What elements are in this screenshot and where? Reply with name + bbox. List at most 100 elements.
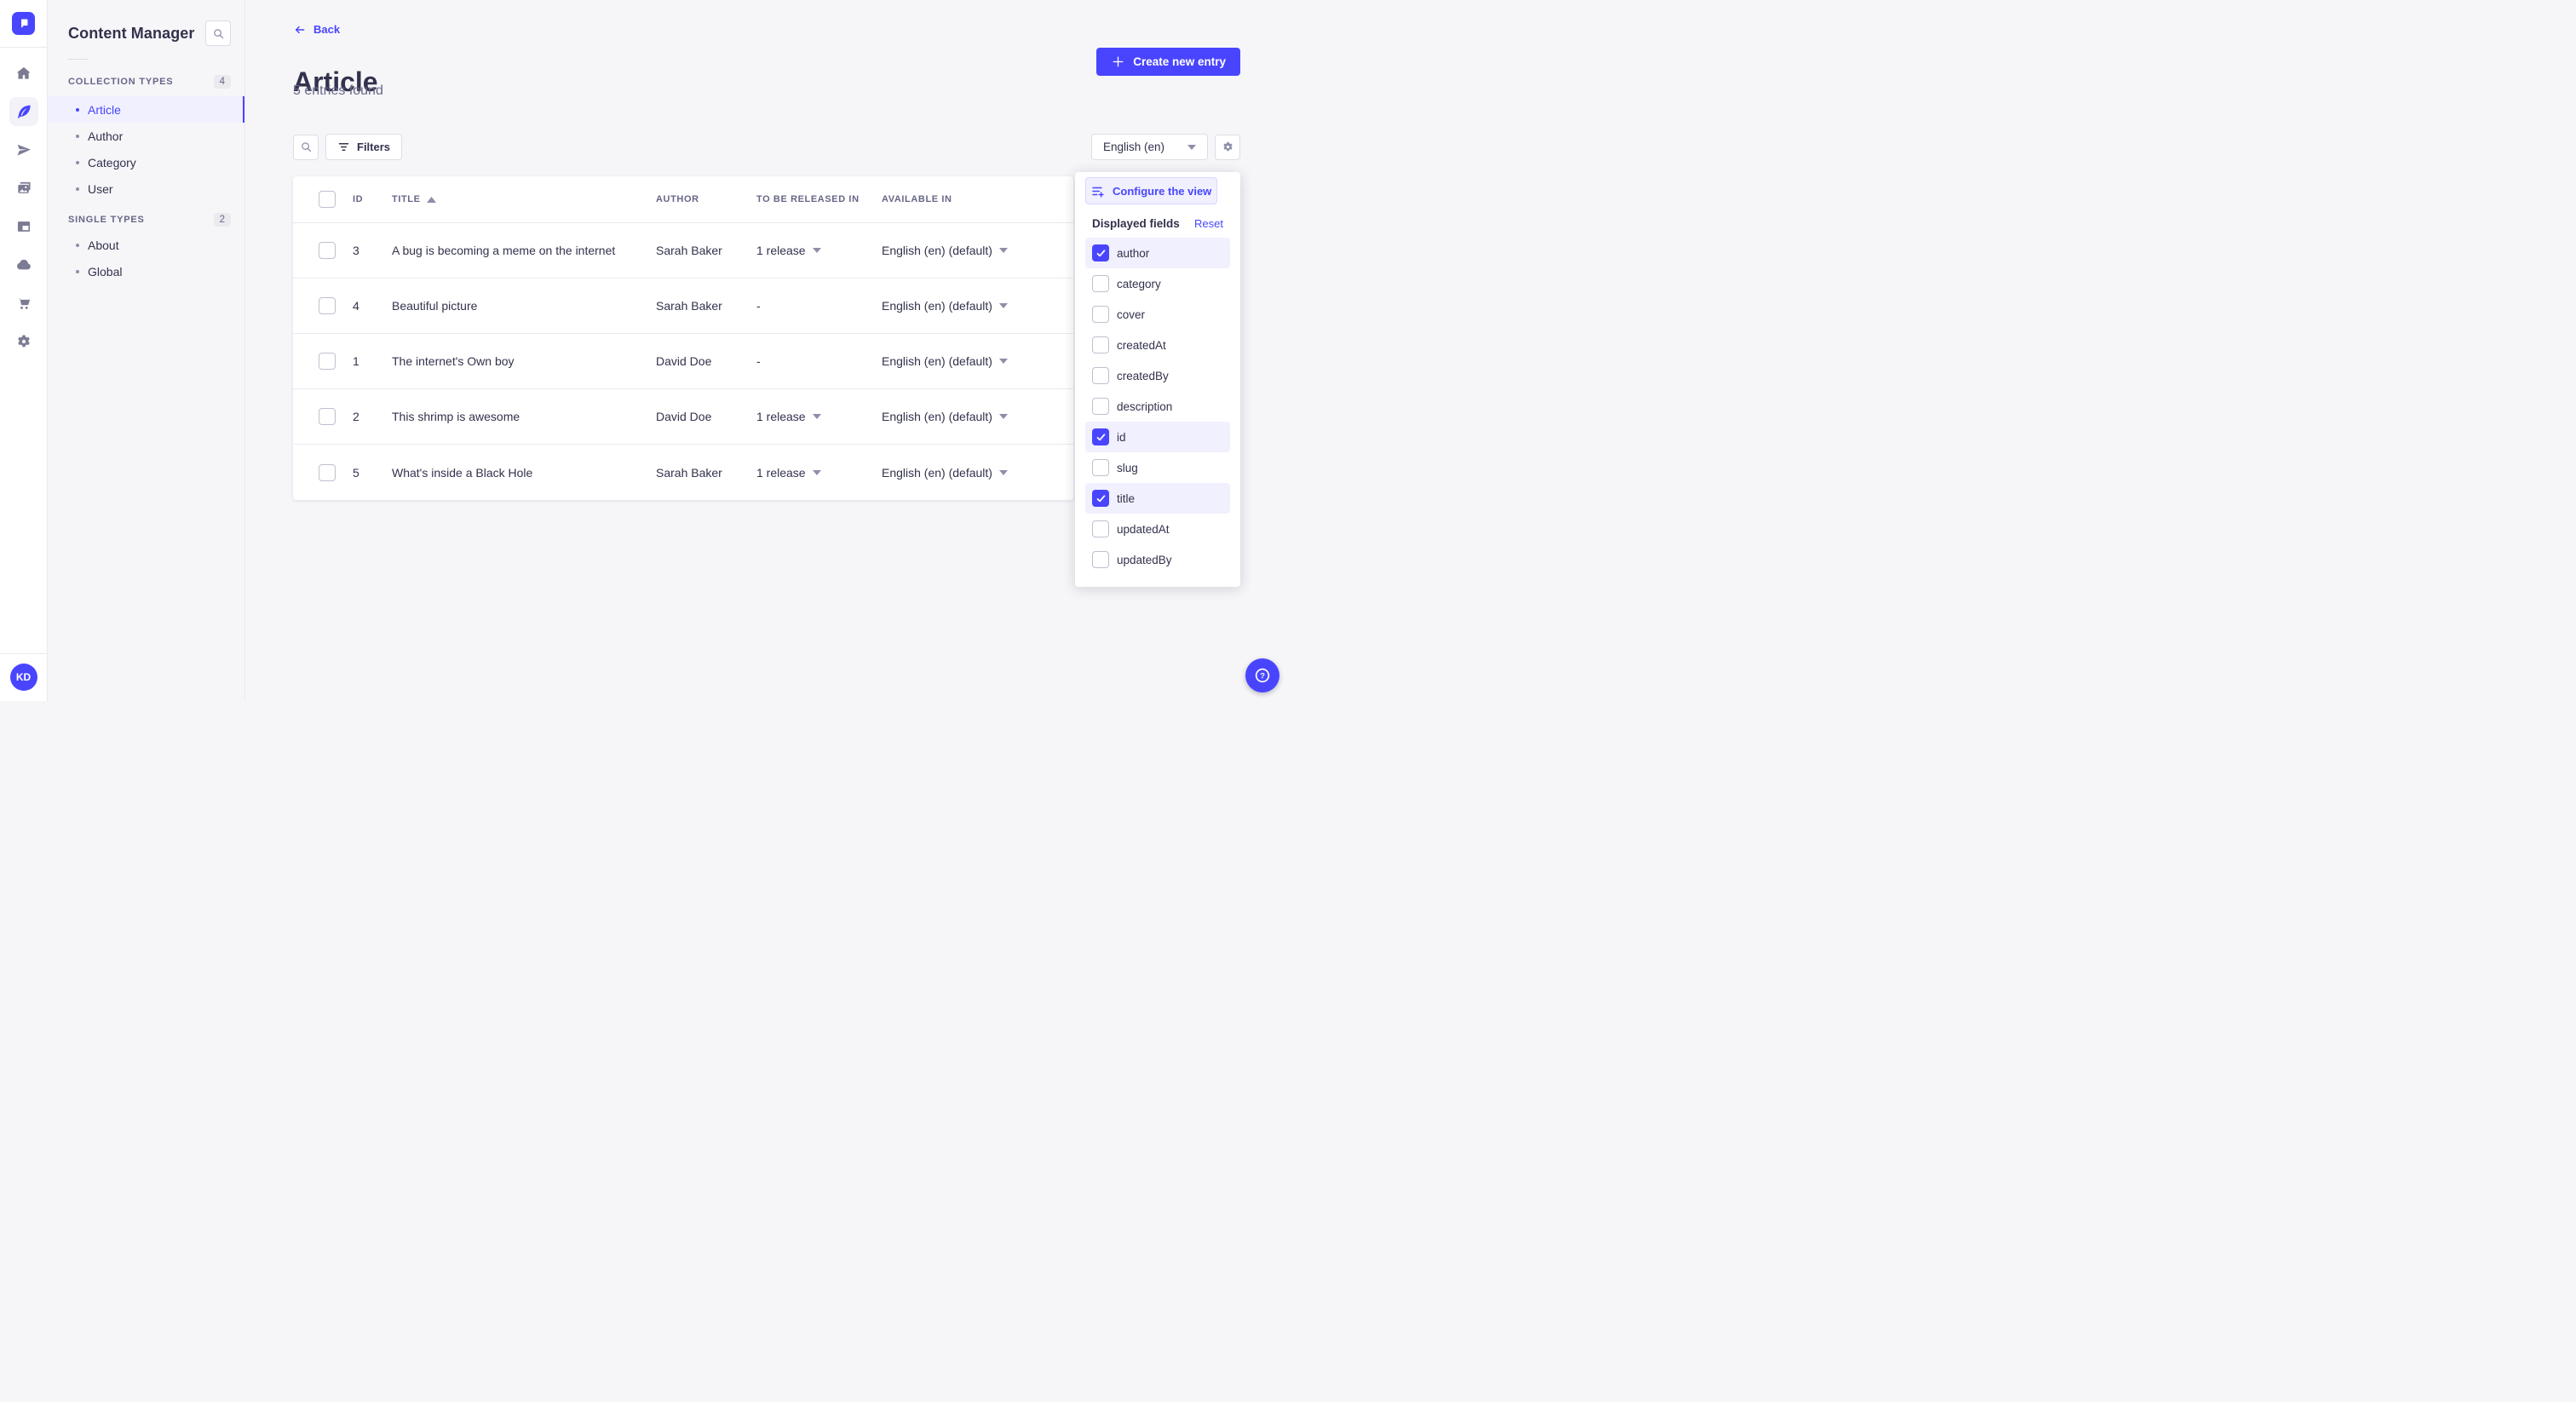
app-window: KD Content Manager COLLECTION TYPES 4 Ar… bbox=[0, 0, 1288, 701]
displayed-field-row[interactable]: id bbox=[1085, 422, 1230, 452]
field-checkbox[interactable] bbox=[1092, 336, 1109, 353]
displayed-field-row[interactable]: cover bbox=[1085, 299, 1230, 330]
field-checkbox[interactable] bbox=[1092, 490, 1109, 507]
displayed-field-row[interactable]: createdBy bbox=[1085, 360, 1230, 391]
table-search-button[interactable] bbox=[293, 134, 319, 160]
sidebar-item-category[interactable]: Category bbox=[48, 149, 244, 175]
help-button[interactable]: ? bbox=[1245, 658, 1279, 692]
list-settings-icon bbox=[1092, 187, 1104, 198]
displayed-fields-heading: Displayed fields bbox=[1092, 217, 1180, 230]
row-checkbox[interactable] bbox=[319, 297, 336, 314]
sidebar-item-author[interactable]: Author bbox=[48, 123, 244, 149]
home-icon[interactable] bbox=[9, 59, 38, 88]
strapi-logo-icon[interactable] bbox=[12, 12, 35, 35]
table-row[interactable]: 4 Beautiful picture Sarah Baker - Englis… bbox=[293, 279, 1073, 334]
cell-release: - bbox=[756, 299, 761, 313]
column-header-author[interactable]: AUTHOR bbox=[656, 194, 699, 204]
row-checkbox[interactable] bbox=[319, 242, 336, 259]
content-manager-feather-icon[interactable] bbox=[9, 97, 38, 126]
row-checkbox[interactable] bbox=[319, 408, 336, 425]
check-icon bbox=[1096, 249, 1105, 256]
column-header-available-in[interactable]: AVAILABLE IN bbox=[882, 194, 952, 204]
settings-gear-icon[interactable] bbox=[9, 327, 38, 356]
table-row[interactable]: 1 The internet's Own boy David Doe - Eng… bbox=[293, 334, 1073, 389]
field-checkbox[interactable] bbox=[1092, 244, 1109, 261]
sort-ascending-icon bbox=[426, 196, 436, 203]
release-dropdown-caret-icon[interactable] bbox=[812, 469, 821, 475]
displayed-field-row[interactable]: category bbox=[1085, 268, 1230, 299]
field-checkbox[interactable] bbox=[1092, 275, 1109, 292]
field-checkbox[interactable] bbox=[1092, 459, 1109, 476]
bullet-icon bbox=[76, 243, 79, 247]
single-types-heading: SINGLE TYPES bbox=[68, 214, 145, 225]
configure-the-view-button[interactable]: Configure the view bbox=[1085, 177, 1218, 204]
collection-types-count-badge: 4 bbox=[213, 74, 231, 89]
chevron-down-icon bbox=[1187, 144, 1196, 150]
collection-types-heading: COLLECTION TYPES bbox=[68, 76, 174, 87]
column-header-to-be-released-in[interactable]: TO BE RELEASED IN bbox=[756, 194, 860, 204]
media-library-images-icon[interactable] bbox=[9, 174, 38, 203]
column-header-id[interactable]: ID bbox=[353, 194, 363, 204]
cell-author: Sarah Baker bbox=[656, 299, 722, 313]
displayed-field-row[interactable]: updatedBy bbox=[1085, 544, 1230, 575]
locale-dropdown-caret-icon[interactable] bbox=[998, 469, 1008, 475]
marketplace-cart-icon[interactable] bbox=[9, 289, 38, 318]
content-manager-sidebar: Content Manager COLLECTION TYPES 4 Artic… bbox=[48, 0, 245, 701]
sidebar-item-article[interactable]: Article bbox=[48, 96, 244, 123]
cell-available-in: English (en) (default) bbox=[882, 299, 1008, 313]
sidebar-item-global[interactable]: Global bbox=[48, 258, 244, 284]
displayed-field-row[interactable]: description bbox=[1085, 391, 1230, 422]
sidebar-item-about[interactable]: About bbox=[48, 232, 244, 258]
select-all-checkbox[interactable] bbox=[319, 191, 336, 208]
field-checkbox[interactable] bbox=[1092, 520, 1109, 537]
filters-button[interactable]: Filters bbox=[325, 134, 403, 160]
cell-release: 1 release bbox=[756, 466, 821, 480]
single-types-count-badge: 2 bbox=[213, 212, 231, 227]
configure-view-popover: Configure the view Displayed fields Rese… bbox=[1075, 172, 1240, 587]
rail-bottom-divider bbox=[0, 653, 47, 654]
field-checkbox[interactable] bbox=[1092, 306, 1109, 323]
displayed-field-row[interactable]: createdAt bbox=[1085, 330, 1230, 360]
sidebar-search-button[interactable] bbox=[205, 20, 231, 46]
field-checkbox[interactable] bbox=[1092, 428, 1109, 445]
table-row[interactable]: 5 What's inside a Black Hole Sarah Baker… bbox=[293, 445, 1073, 500]
locale-select[interactable]: English (en) bbox=[1091, 134, 1208, 160]
locale-dropdown-caret-icon[interactable] bbox=[998, 359, 1008, 364]
cell-release: 1 release bbox=[756, 244, 821, 257]
locale-dropdown-caret-icon[interactable] bbox=[998, 414, 1008, 419]
release-dropdown-caret-icon[interactable] bbox=[812, 248, 821, 253]
cell-title: A bug is becoming a meme on the internet bbox=[392, 244, 616, 257]
displayed-field-row[interactable]: author bbox=[1085, 238, 1230, 268]
cloud-icon[interactable] bbox=[9, 250, 38, 279]
row-checkbox[interactable] bbox=[319, 353, 336, 370]
locale-dropdown-caret-icon[interactable] bbox=[998, 303, 1008, 308]
reset-link[interactable]: Reset bbox=[1194, 217, 1223, 230]
check-icon bbox=[1096, 433, 1105, 440]
cell-title: The internet's Own boy bbox=[392, 354, 515, 368]
sidebar-item-user[interactable]: User bbox=[48, 175, 244, 202]
table-row[interactable]: 2 This shrimp is awesome David Doe 1 rel… bbox=[293, 389, 1073, 445]
displayed-field-row[interactable]: updatedAt bbox=[1085, 514, 1230, 544]
user-avatar[interactable]: KD bbox=[9, 664, 37, 691]
table-row[interactable]: 3 A bug is becoming a meme on the intern… bbox=[293, 223, 1073, 279]
cell-id: 5 bbox=[353, 465, 359, 480]
field-checkbox[interactable] bbox=[1092, 551, 1109, 568]
displayed-field-row[interactable]: title bbox=[1085, 483, 1230, 514]
table-header-row: ID TITLE AUTHOR TO BE RELEASED IN AVAILA… bbox=[293, 176, 1073, 223]
create-new-entry-button[interactable]: Create new entry bbox=[1096, 48, 1240, 76]
field-checkbox[interactable] bbox=[1092, 367, 1109, 384]
displayed-field-row[interactable]: slug bbox=[1085, 452, 1230, 483]
entries-count: 5 entries found bbox=[293, 83, 383, 98]
locale-dropdown-caret-icon[interactable] bbox=[998, 248, 1008, 253]
release-dropdown-caret-icon[interactable] bbox=[812, 414, 821, 419]
back-link[interactable]: Back bbox=[293, 23, 340, 36]
content-type-builder-layout-icon[interactable] bbox=[9, 212, 38, 241]
view-settings-gear-button[interactable] bbox=[1215, 134, 1240, 160]
row-checkbox[interactable] bbox=[319, 463, 336, 481]
releases-paper-plane-icon[interactable] bbox=[9, 135, 38, 164]
field-checkbox[interactable] bbox=[1092, 398, 1109, 415]
help-icon: ? bbox=[1255, 668, 1270, 683]
cell-available-in: English (en) (default) bbox=[882, 410, 1008, 423]
cell-release: - bbox=[756, 354, 761, 368]
column-header-title[interactable]: TITLE bbox=[392, 194, 436, 204]
